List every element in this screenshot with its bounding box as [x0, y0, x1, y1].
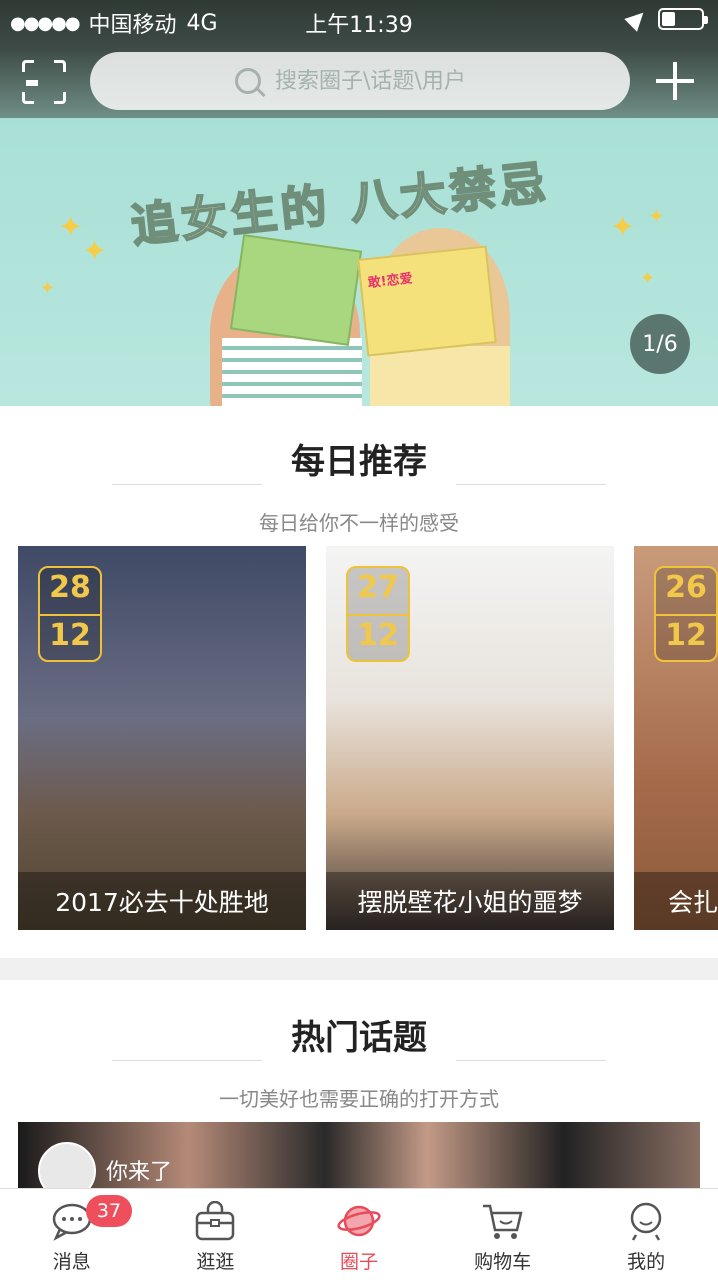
banner-carousel[interactable]: ✦ ✦ ✦ ✦ ✦ ✦ 追女生的 八大禁忌 敢!恋爱 1/6: [0, 118, 718, 406]
battery-fill: [662, 12, 676, 26]
date-badge: 27 12: [346, 566, 410, 662]
scan-corner-icon: [22, 92, 34, 104]
scan-corner-icon: [54, 60, 66, 72]
date-month: 12: [665, 618, 707, 653]
scan-line-icon: [26, 80, 38, 86]
hot-topic-card[interactable]: 你来了: [18, 1122, 700, 1192]
tab-messages[interactable]: 37 消息: [0, 1189, 144, 1280]
tab-label: 我的: [627, 1251, 666, 1273]
sparkle-icon: ✦: [648, 204, 665, 228]
tab-label: 购物车: [474, 1251, 532, 1273]
hot-header: 热门话题 一切美好也需要正确的打开方式: [0, 1010, 718, 1112]
unread-badge: 37: [86, 1195, 132, 1227]
tab-label: 圈子: [339, 1251, 378, 1273]
sparkle-icon: ✦: [610, 210, 636, 245]
scan-corner-icon: [22, 60, 34, 72]
search-icon: [235, 68, 261, 94]
add-button[interactable]: [656, 62, 694, 100]
daily-recommend-section: 每日推荐 每日给你不一样的感受 28 12 2017必去十处胜地 27 12 摆…: [0, 406, 718, 958]
sparkle-icon: ✦: [82, 234, 108, 269]
divider: [456, 1060, 606, 1061]
daily-subtitle: 每日给你不一样的感受: [259, 511, 459, 535]
card-caption: 摆脱壁花小姐的噩梦: [326, 872, 614, 930]
battery-icon: [658, 8, 708, 30]
search-bar[interactable]: [90, 52, 630, 110]
tab-browse[interactable]: 逛逛: [144, 1189, 288, 1280]
daily-card-list[interactable]: 28 12 2017必去十处胜地 27 12 摆脱壁花小姐的噩梦 26 12 会…: [18, 546, 718, 930]
divider: [112, 1060, 262, 1061]
hot-topic-text: 你来了: [106, 1160, 173, 1185]
date-divider: [656, 614, 716, 616]
date-badge: 26 12: [654, 566, 718, 662]
bottom-tab-bar: 37 消息 逛逛 圈子 购物车 我的: [0, 1188, 718, 1280]
date-badge: 28 12: [38, 566, 102, 662]
date-day: 26: [665, 570, 707, 605]
tab-label: 逛逛: [196, 1251, 235, 1273]
sparkle-icon: ✦: [58, 210, 84, 245]
planet-icon: [337, 1205, 381, 1237]
date-divider: [348, 614, 408, 616]
top-header: ●●●●● 中国移动 4G 上午11:39: [0, 0, 718, 118]
tab-cart[interactable]: 购物车: [431, 1189, 575, 1280]
banner-page-indicator: 1/6: [630, 314, 690, 374]
card-caption: 会扎: [634, 872, 718, 930]
banner-book: 敢!恋爱: [357, 245, 497, 357]
hot-topics-section: 热门话题 一切美好也需要正确的打开方式 你来了: [0, 980, 718, 1192]
hot-title: 热门话题: [291, 1018, 427, 1058]
hot-subtitle: 一切美好也需要正确的打开方式: [219, 1087, 499, 1111]
daily-title: 每日推荐: [291, 442, 427, 482]
date-divider: [40, 614, 100, 616]
scan-corner-icon: [54, 92, 66, 104]
status-bar: ●●●●● 中国移动 4G 上午11:39: [0, 0, 718, 40]
divider: [456, 484, 606, 485]
avatar[interactable]: [38, 1142, 96, 1192]
banner-book-label: 敢!恋爱: [367, 271, 414, 292]
status-right: [624, 6, 708, 32]
divider: [112, 484, 262, 485]
search-input[interactable]: [275, 68, 485, 94]
date-day: 27: [357, 570, 399, 605]
bag-icon: [196, 1201, 235, 1241]
status-time: 上午11:39: [305, 13, 413, 38]
scan-button[interactable]: [22, 60, 66, 104]
tab-circles[interactable]: 圈子: [287, 1189, 431, 1280]
banner-title: 追女生的 八大禁忌: [128, 154, 553, 254]
daily-card[interactable]: 26 12 会扎: [634, 546, 718, 930]
tab-label: 消息: [52, 1251, 91, 1273]
banner-illustration: [370, 346, 510, 406]
date-month: 12: [357, 618, 399, 653]
banner-book: [229, 234, 363, 346]
sparkle-icon: ✦: [640, 268, 656, 289]
cart-icon: [482, 1204, 523, 1239]
sparkle-icon: ✦: [40, 278, 56, 299]
card-caption: 2017必去十处胜地: [18, 872, 306, 930]
profile-icon: [630, 1202, 662, 1241]
location-icon: [624, 6, 650, 32]
daily-header: 每日推荐 每日给你不一样的感受: [0, 434, 718, 536]
date-day: 28: [49, 570, 91, 605]
daily-card[interactable]: 28 12 2017必去十处胜地: [18, 546, 306, 930]
banner-illustration: [222, 338, 362, 406]
date-month: 12: [49, 618, 91, 653]
tab-profile[interactable]: 我的: [574, 1189, 718, 1280]
daily-card[interactable]: 27 12 摆脱壁花小姐的噩梦: [326, 546, 614, 930]
